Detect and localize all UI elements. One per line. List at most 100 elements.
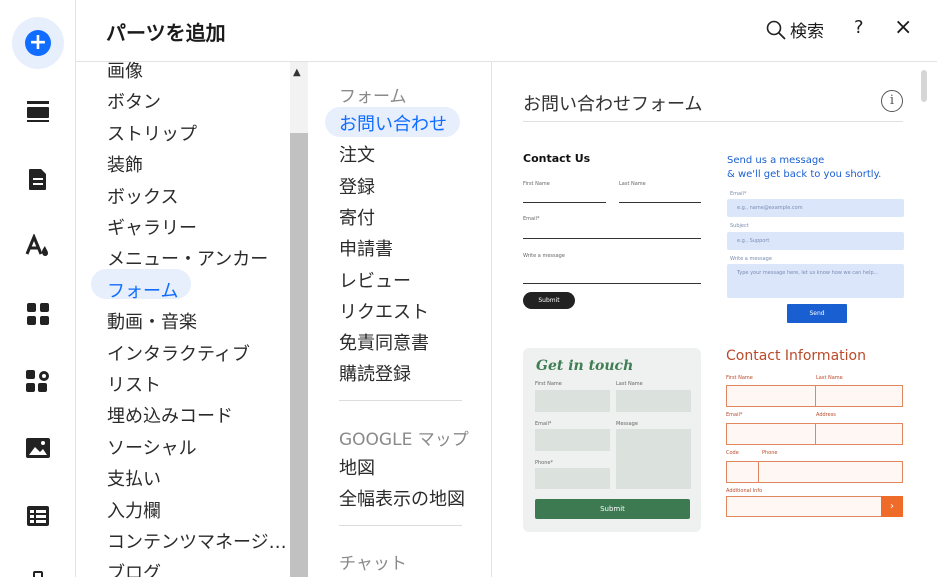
subcategory-list: フォーム お問い合わせ 注文登録寄付申請書レビューリクエスト免責同意書購読登録 G… <box>310 62 492 577</box>
subcategory-item[interactable]: 全幅表示の地図 <box>339 485 465 511</box>
subcategory-item[interactable]: リクエスト <box>339 298 429 324</box>
category-item[interactable]: ストリップ <box>107 120 197 146</box>
subcategory-item[interactable]: 注文 <box>339 141 375 167</box>
form-preset-contact-us[interactable]: Contact Us First Name Last Name Email* W… <box>523 152 701 312</box>
card-heading: Send us a message & we'll get back to yo… <box>727 154 881 182</box>
subcategory-item[interactable]: 購読登録 <box>339 360 411 386</box>
field-separator <box>758 461 759 483</box>
add-elements-panel: + パーツを追加 検索 ? × 画像 ボタン ストリップ 装飾 ボックス ギャラ… <box>0 0 937 577</box>
category-item[interactable]: ボックス <box>107 183 178 209</box>
category-item[interactable]: ソーシャル <box>107 434 197 460</box>
subcategory-item[interactable]: 登録 <box>339 173 375 199</box>
field-label: Last Name <box>619 181 646 187</box>
message-field: Type your message here, let us know how … <box>727 264 904 298</box>
category-item[interactable]: ボタン <box>107 88 161 114</box>
category-item[interactable]: 動画・音楽 <box>107 308 197 334</box>
category-item[interactable]: ギャラリー <box>107 214 197 240</box>
search-button[interactable]: 検索 <box>766 17 824 42</box>
pages-button[interactable] <box>18 159 58 199</box>
category-item[interactable]: 埋め込みコード <box>107 402 233 428</box>
field-label: First Name <box>535 381 562 387</box>
subcategory-item[interactable]: 寄付 <box>339 204 375 230</box>
form-preset-send-message[interactable]: Send us a message & we'll get back to yo… <box>727 154 904 324</box>
field-label: Last Name <box>616 381 643 387</box>
field-label: Message <box>616 421 638 427</box>
field-placeholder: Type your message here, let us know how … <box>737 270 879 276</box>
form-preset-contact-information[interactable]: Contact Information First Name Last Name… <box>726 348 904 524</box>
field-label: Email* <box>726 412 743 418</box>
design-icon <box>25 234 48 257</box>
send-button: Send <box>787 304 847 323</box>
message-field <box>616 429 691 489</box>
close-icon: × <box>894 15 913 40</box>
subcategory-item[interactable]: 地図 <box>339 454 375 480</box>
field-label: Write a message <box>523 253 565 259</box>
divider <box>523 121 903 122</box>
card-title: Get in touch <box>536 358 634 374</box>
field-label: First Name <box>523 181 550 187</box>
field-label: Subject <box>730 223 749 229</box>
sections-button[interactable] <box>18 91 58 131</box>
form-preset-get-in-touch[interactable]: Get in touch First Name Last Name Email*… <box>523 348 701 532</box>
category-item[interactable]: メニュー・アンカー <box>107 245 268 271</box>
field-placeholder: e.g., Support <box>737 238 770 244</box>
field-placeholder: e.g., name@example.com <box>737 205 803 211</box>
category-item[interactable]: 入力欄 <box>107 497 161 523</box>
category-item[interactable]: インタラクティブ <box>107 340 250 366</box>
submit-button: Submit <box>535 499 690 519</box>
search-icon <box>766 20 786 40</box>
field-label: Write a message <box>730 256 772 262</box>
submit-button: Submit <box>523 292 575 309</box>
category-item[interactable]: ブログ <box>107 559 161 577</box>
category-item[interactable]: フォーム <box>107 277 178 303</box>
subcategory-item[interactable]: レビュー <box>339 267 411 293</box>
sections-icon <box>27 101 49 122</box>
portfolio-icon <box>33 571 43 577</box>
help-button[interactable]: ? <box>854 17 864 38</box>
phone-field <box>535 468 610 489</box>
category-item[interactable]: リスト <box>107 371 161 397</box>
category-scrollbar-thumb[interactable] <box>290 133 308 577</box>
additional-info-field <box>726 496 883 517</box>
field-label: Last Name <box>816 375 843 381</box>
apps-button[interactable] <box>18 294 58 334</box>
last-name-field <box>616 390 691 412</box>
subcategory-item[interactable]: お問い合わせ <box>339 110 447 136</box>
design-button[interactable] <box>18 226 58 266</box>
card-title: Contact Us <box>523 152 591 165</box>
card-heading-line: Send us a message <box>727 155 825 166</box>
forms-heading: フォーム <box>339 87 407 107</box>
field-underline <box>523 283 701 284</box>
maps-heading: GOOGLE マップ <box>339 430 469 450</box>
cms-button[interactable] <box>18 496 58 536</box>
add-elements-button[interactable]: + <box>12 17 64 69</box>
preview-area: お問い合わせフォーム i Contact Us First Name Last … <box>493 62 937 577</box>
submit-arrow-icon: › <box>881 496 903 517</box>
category-list: 画像ボタンストリップ装飾ボックスギャラリーメニュー・アンカー フォーム動画・音楽イ… <box>76 62 310 577</box>
field-label: Phone* <box>535 460 553 466</box>
business-button[interactable] <box>18 361 58 401</box>
preview-title: お問い合わせフォーム <box>523 94 703 115</box>
email-field: e.g., name@example.com <box>727 199 904 217</box>
field-underline <box>523 202 606 203</box>
field-separator <box>815 423 816 445</box>
field-label: Phone <box>762 450 778 456</box>
close-button[interactable]: × <box>894 15 912 40</box>
category-item[interactable]: 支払い <box>107 465 161 491</box>
panel-title: パーツを追加 <box>106 21 226 45</box>
preview-scrollbar[interactable] <box>921 70 927 102</box>
subject-field: e.g., Support <box>727 232 904 250</box>
subcategory-item[interactable]: 免責同意書 <box>339 329 429 355</box>
left-rail: + <box>0 0 76 577</box>
field-label: Additional Info <box>726 488 763 494</box>
category-item[interactable]: コンテンツマネージ… <box>107 528 287 554</box>
category-item[interactable]: 装飾 <box>107 151 143 177</box>
info-icon[interactable]: i <box>881 90 903 112</box>
media-button[interactable] <box>18 428 58 468</box>
media-icon <box>26 438 50 458</box>
card-heading-line: & we'll get back to you shortly. <box>727 169 882 180</box>
scroll-up-arrow-icon[interactable]: ▲ <box>293 67 301 78</box>
portfolio-button[interactable] <box>18 562 58 577</box>
subcategory-item[interactable]: 申請書 <box>339 235 393 261</box>
category-item[interactable]: 画像 <box>107 62 143 83</box>
